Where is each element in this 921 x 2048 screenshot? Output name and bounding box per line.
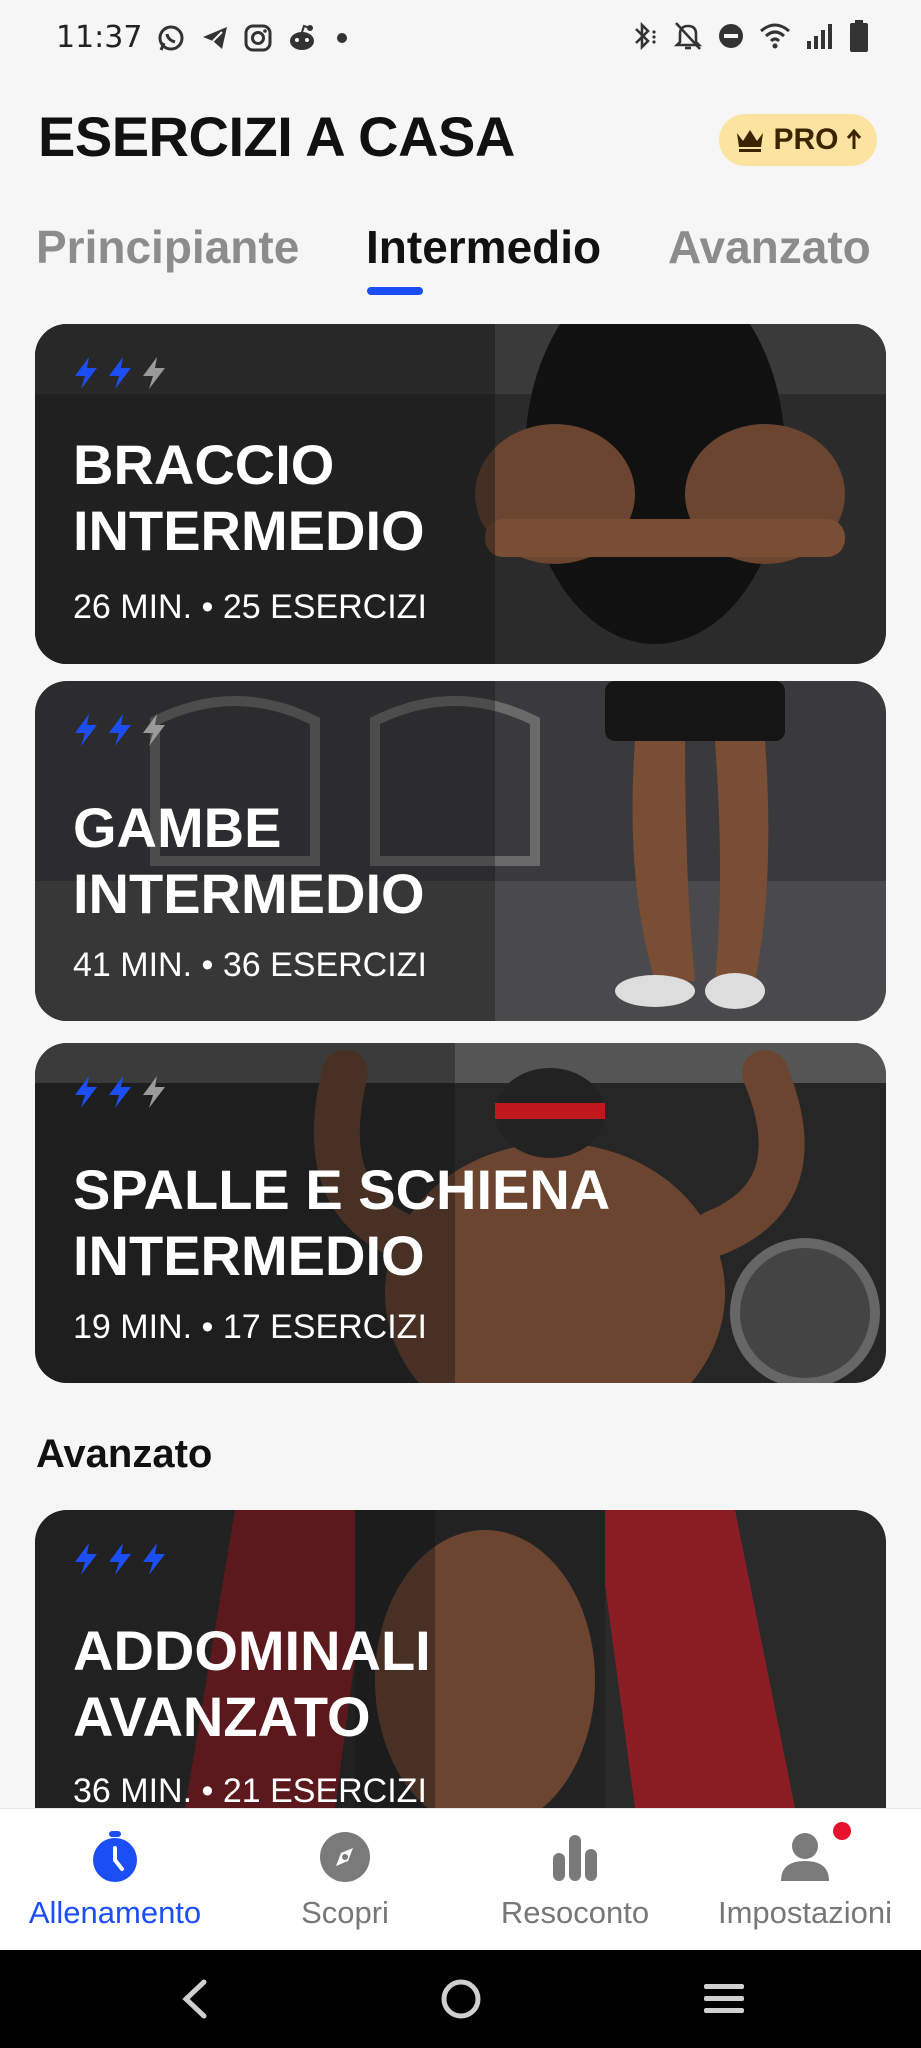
bluetooth-icon — [635, 21, 656, 51]
nav-resoconto[interactable]: Resoconto — [460, 1809, 690, 1951]
bolt-icon — [109, 357, 131, 389]
nav-impostazioni[interactable]: Impostazioni — [690, 1809, 920, 1951]
back-icon[interactable] — [176, 1978, 212, 2020]
level-tabs: Principiante Intermedio Avanzato — [0, 220, 921, 300]
recents-icon[interactable] — [702, 1980, 746, 2018]
card-title-line2: INTERMEDIO — [73, 499, 425, 562]
instagram-icon — [244, 24, 272, 52]
bottom-nav: Allenamento Scopri Resoconto Impostazion… — [0, 1808, 921, 1951]
section-title-avanzato: Avanzato — [36, 1432, 213, 1476]
active-tab-indicator — [367, 287, 423, 295]
card-meta: 36 MIN. • 21 ESERCIZI — [73, 1772, 427, 1808]
bolt-icon — [75, 1543, 97, 1575]
nav-label: Allenamento — [28, 1895, 202, 1930]
bolt-icon — [143, 357, 165, 389]
arrow-up-icon — [846, 129, 861, 149]
pro-label: PRO — [773, 123, 839, 156]
bolt-icon — [75, 357, 97, 389]
whatsapp-icon — [158, 25, 184, 51]
nav-label: Resoconto — [500, 1895, 650, 1930]
card-title-line2: INTERMEDIO — [73, 862, 425, 925]
card-meta: 41 MIN. • 36 ESERCIZI — [73, 946, 427, 984]
bolt-icon — [109, 1076, 131, 1108]
workout-card-braccio[interactable]: BRACCIO INTERMEDIO 26 MIN. • 25 ESERCIZI — [35, 324, 886, 664]
dnd-icon — [719, 24, 743, 48]
nav-label: Impostazioni — [717, 1895, 893, 1930]
workout-card-gambe[interactable]: GAMBE INTERMEDIO 41 MIN. • 36 ESERCIZI — [35, 681, 886, 1021]
system-navigation-bar — [0, 1950, 921, 2048]
nav-label: Scopri — [301, 1895, 389, 1930]
card-title-line1: BRACCIO — [73, 433, 335, 496]
more-notifications-dot — [337, 33, 347, 43]
reddit-icon — [290, 24, 314, 50]
workout-card-spalle-schiena[interactable]: SPALLE E SCHIENA INTERMEDIO 19 MIN. • 17… — [35, 1043, 886, 1383]
tab-avanzato[interactable]: Avanzato — [668, 220, 871, 274]
pro-upgrade-button[interactable]: PRO — [719, 114, 877, 166]
tab-principiante[interactable]: Principiante — [36, 220, 299, 274]
card-title-line2: AVANZATO — [73, 1685, 371, 1748]
bolt-icon — [143, 1543, 165, 1575]
battery-icon — [850, 20, 868, 52]
signal-icon — [807, 24, 832, 49]
card-meta: 19 MIN. • 17 ESERCIZI — [73, 1308, 427, 1346]
status-app-icons — [156, 22, 352, 54]
bolt-icon — [143, 714, 165, 746]
compass-icon — [320, 1832, 370, 1882]
status-system-icons — [629, 18, 869, 54]
difficulty-level — [71, 1075, 169, 1109]
status-time: 11:37 — [56, 20, 143, 55]
card-title-line1: SPALLE E SCHIENA — [73, 1158, 611, 1221]
nav-scopri[interactable]: Scopri — [230, 1809, 460, 1951]
mute-icon — [673, 22, 703, 50]
difficulty-level — [71, 356, 169, 390]
card-meta: 26 MIN. • 25 ESERCIZI — [73, 588, 427, 626]
card-title-line1: ADDOMINALI — [73, 1619, 431, 1682]
card-title-line1: GAMBE — [73, 796, 282, 859]
wifi-icon — [760, 23, 790, 49]
status-bar: 11:37 — [0, 0, 921, 76]
bar-chart-icon — [553, 1835, 597, 1881]
card-title-line2: INTERMEDIO — [73, 1224, 425, 1287]
notification-badge — [833, 1822, 851, 1840]
nav-allenamento[interactable]: Allenamento — [0, 1809, 230, 1951]
page-title: ESERCIZI A CASA — [38, 105, 515, 168]
home-icon[interactable] — [440, 1978, 482, 2020]
bolt-icon — [75, 714, 97, 746]
profile-icon — [781, 1833, 829, 1881]
bolt-icon — [109, 714, 131, 746]
telegram-icon — [203, 27, 227, 49]
bolt-icon — [75, 1076, 97, 1108]
stopwatch-icon — [93, 1831, 137, 1882]
bolt-icon — [143, 1076, 165, 1108]
difficulty-level — [71, 713, 169, 747]
tab-intermedio[interactable]: Intermedio — [366, 220, 601, 274]
workout-card-addominali[interactable]: ADDOMINALI AVANZATO 36 MIN. • 21 ESERCIZ… — [35, 1510, 886, 1808]
bolt-icon — [109, 1543, 131, 1575]
crown-icon — [737, 130, 764, 152]
difficulty-level — [71, 1542, 169, 1576]
